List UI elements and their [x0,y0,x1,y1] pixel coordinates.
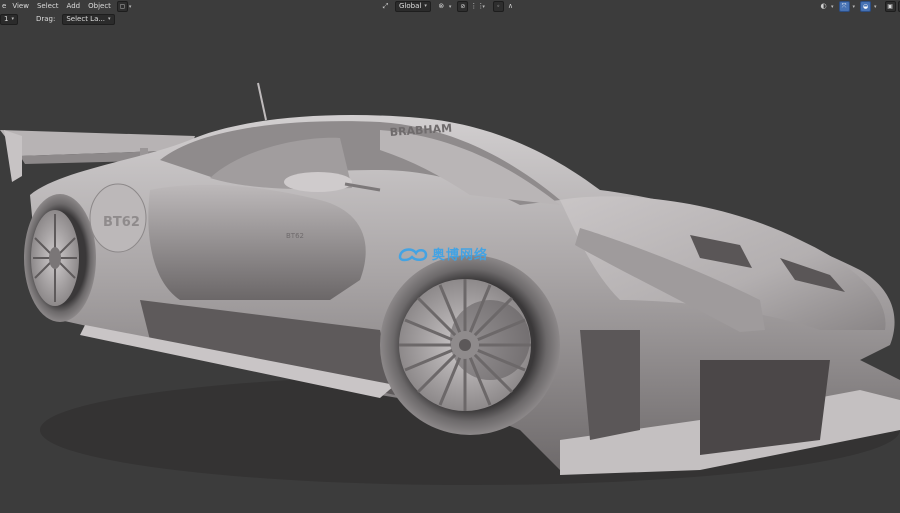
snap-icon[interactable]: ⊘ [457,1,469,12]
chevron-down-icon: ▾ [108,15,111,22]
drag-dropdown[interactable]: Select La... ▾ [62,13,115,25]
xray-icon[interactable]: ▣ [884,1,896,12]
falloff-icon[interactable]: ∧ [506,2,515,11]
snap-increment-icon[interactable]: ⋮⋮ [470,2,484,11]
viewport-display-group: ◐ ▾ ⤧ ▾ ◒ ▾ ▣ ● [819,1,900,12]
overlay-icon[interactable]: ◒ [860,1,872,12]
door-badge-text: BT62 [103,215,140,230]
antenna [257,82,267,121]
rear-wheel [24,194,96,322]
3d-viewport[interactable]: BRABHAM BT62 BT62 奥博网络 e View Select Add… [0,0,900,513]
front-wheel [380,255,560,435]
watermark: 奥博网络 [398,244,488,263]
transform-group: ⤢ Global ▾ ⊗ ▾ ⊘ ⋮⋮ ▾ ◦ ∧ [381,1,515,12]
drag-label: Drag: [35,14,56,23]
chevron-down-icon[interactable]: ▾ [482,4,485,10]
chevron-down-icon[interactable]: ▾ [853,4,856,10]
viewport-header: e View Select Add Object ▢ ▾ ⤢ Global ▾ … [0,0,900,13]
menu-view[interactable]: View [8,1,33,12]
front-duct [580,330,640,440]
chevron-down-icon: ▾ [424,3,427,9]
chevron-down-icon[interactable]: ▾ [831,4,834,10]
pivot-icon[interactable]: ⊗ [437,2,446,11]
watermark-text: 奥博网络 [432,248,489,263]
tool-fragment-dropdown[interactable]: 1 ▾ [0,13,18,25]
object-mode-icon[interactable]: ▢ [116,1,128,12]
transform-orientation-dropdown[interactable]: Global ▾ [395,1,431,12]
tool-settings-header: 1 ▾ Drag: Select La... ▾ [0,13,900,25]
chevron-down-icon[interactable]: ▾ [129,4,132,10]
proportional-editing-icon[interactable]: ◦ [492,1,504,12]
orientation-icon: ⤢ [382,2,389,10]
menu-object[interactable]: Object [84,1,115,12]
transform-orientation-label: Global [399,2,422,10]
front-intake [700,360,830,455]
mode-menu-fragment[interactable]: e [0,1,8,12]
tool-fragment-label: 1 [4,14,9,23]
gizmo-icon[interactable]: ⤧ [838,1,850,12]
chevron-down-icon: ▾ [11,15,14,22]
watermark-logo-icon [398,247,428,261]
drag-value: Select La... [66,14,106,23]
menu-select[interactable]: Select [33,1,63,12]
side-mirror [284,172,352,192]
chevron-down-icon[interactable]: ▾ [449,4,452,10]
visibility-icon[interactable]: ◐ [819,2,828,11]
menu-add[interactable]: Add [63,1,85,12]
chevron-down-icon[interactable]: ▾ [874,4,877,10]
side-text: BT62 [286,232,304,240]
